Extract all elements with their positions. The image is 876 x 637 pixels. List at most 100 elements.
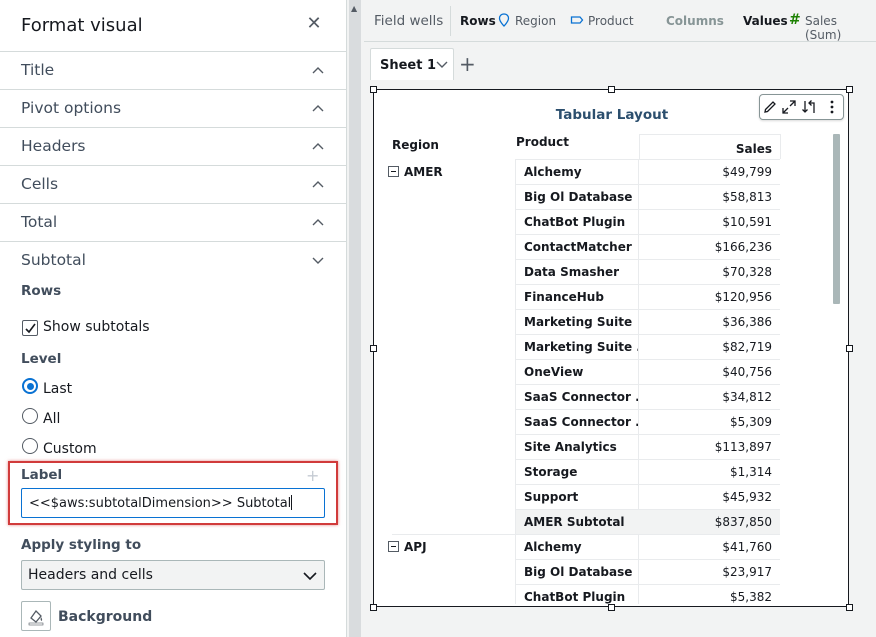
plus-icon: + bbox=[306, 466, 320, 485]
table-row[interactable]: FinanceHub $120,956 bbox=[516, 284, 780, 309]
subtotal-row[interactable]: AMER Subtotal $837,850 bbox=[516, 509, 780, 534]
level-radio-custom[interactable] bbox=[22, 438, 38, 454]
table-row[interactable]: SaaS Connector ... $5,309 bbox=[516, 409, 780, 434]
scrollbar-thumb[interactable] bbox=[349, 0, 361, 637]
section-label: Headers bbox=[21, 137, 86, 155]
collapse-group-icon[interactable] bbox=[388, 541, 399, 552]
subtotal-label-value: <<$aws:subtotalDimension>> Subtotal bbox=[29, 496, 292, 511]
level-option-all: All bbox=[43, 411, 61, 427]
table-scrollbar[interactable] bbox=[833, 134, 840, 304]
pivot-table-visual[interactable]: Tabular Layout Region Product Sales AMER… bbox=[370, 86, 853, 611]
show-subtotals-checkbox[interactable] bbox=[22, 320, 38, 336]
field-wells-bar[interactable]: Field wells Rows Region Product Columns … bbox=[364, 0, 876, 42]
sales-cell: $23,917 bbox=[722, 565, 772, 579]
resize-handle-right[interactable] bbox=[846, 345, 853, 352]
product-cell: Big Ol Database bbox=[524, 190, 633, 204]
section-subtotal[interactable]: Subtotal bbox=[0, 242, 346, 280]
chevron-down-icon[interactable] bbox=[435, 60, 449, 70]
product-cell: SaaS Connector ... bbox=[524, 415, 638, 429]
section-cells[interactable]: Cells bbox=[0, 166, 346, 204]
table-row[interactable]: Marketing Suite ... $82,719 bbox=[516, 334, 780, 359]
region-cell[interactable]: APJ bbox=[404, 540, 427, 554]
table-row[interactable]: Data Smasher $70,328 bbox=[516, 259, 780, 284]
swap-icon[interactable] bbox=[801, 99, 817, 115]
table-row[interactable]: Big Ol Database $58,813 bbox=[516, 184, 780, 209]
field-wells-title: Field wells bbox=[374, 13, 444, 29]
table-row[interactable]: SaaS Connector ... $34,812 bbox=[516, 384, 780, 409]
level-radio-all[interactable] bbox=[22, 408, 38, 424]
sales-cell: $82,719 bbox=[722, 340, 772, 354]
add-sheet-icon[interactable]: + bbox=[459, 52, 476, 76]
level-option-last: Last bbox=[43, 381, 73, 397]
sales-cell: $113,897 bbox=[714, 440, 772, 454]
values-well-item-sales[interactable]: Sales (Sum) bbox=[805, 14, 876, 42]
table-row[interactable]: OneView $40,756 bbox=[516, 359, 780, 384]
table-row[interactable]: ChatBot Plugin $5,382 bbox=[516, 584, 780, 604]
resize-handle-bottom-right[interactable] bbox=[846, 604, 853, 611]
rows-well-item-region[interactable]: Region bbox=[515, 14, 556, 28]
resize-handle-top-left[interactable] bbox=[370, 86, 377, 93]
background-color-button[interactable] bbox=[21, 601, 51, 631]
chevron-up-icon bbox=[312, 105, 324, 112]
region-cell[interactable]: AMER bbox=[404, 165, 443, 179]
tab-sheet-1[interactable]: Sheet 1 bbox=[370, 48, 454, 80]
product-cell: OneView bbox=[524, 365, 584, 379]
close-icon[interactable]: ✕ bbox=[304, 14, 324, 34]
section-title[interactable]: Title bbox=[0, 52, 346, 90]
resize-handle-top-right[interactable] bbox=[846, 86, 853, 93]
table-row[interactable]: Storage $1,314 bbox=[516, 459, 780, 484]
section-pivot-options[interactable]: Pivot options bbox=[0, 90, 346, 128]
product-cell: Alchemy bbox=[524, 165, 582, 179]
background-label: Background bbox=[58, 609, 153, 625]
section-total[interactable]: Total bbox=[0, 204, 346, 242]
label-field-label: Label bbox=[21, 467, 63, 483]
table-row[interactable]: Support $45,932 bbox=[516, 484, 780, 509]
table-row[interactable]: Big Ol Database $23,917 bbox=[516, 559, 780, 584]
apply-styling-select[interactable]: Headers and cells bbox=[21, 560, 325, 590]
sales-cell: $49,799 bbox=[722, 165, 772, 179]
header-region[interactable]: Region bbox=[392, 138, 439, 152]
table-row[interactable]: Marketing Suite $36,386 bbox=[516, 309, 780, 334]
text-caret bbox=[291, 495, 293, 510]
table-row[interactable]: ChatBot Plugin $10,591 bbox=[516, 209, 780, 234]
product-cell: FinanceHub bbox=[524, 290, 604, 304]
values-well-label: Values bbox=[743, 14, 788, 28]
section-label: Cells bbox=[21, 175, 59, 193]
apply-styling-label: Apply styling to bbox=[21, 537, 142, 553]
collapse-group-icon[interactable] bbox=[388, 166, 399, 177]
chevron-down-icon bbox=[312, 257, 324, 264]
apply-styling-value: Headers and cells bbox=[28, 567, 153, 583]
header-sales[interactable]: Sales bbox=[640, 142, 772, 156]
table-row[interactable]: Site Analytics $113,897 bbox=[516, 434, 780, 459]
field-wells-divider bbox=[450, 6, 451, 36]
tag-icon bbox=[570, 16, 584, 24]
expand-icon[interactable] bbox=[781, 99, 797, 115]
panel-scrollbar[interactable]: ▲ bbox=[346, 0, 364, 637]
header-product[interactable]: Product bbox=[516, 135, 569, 149]
edit-icon[interactable] bbox=[762, 99, 778, 115]
rows-label: Rows bbox=[21, 283, 62, 299]
table-row[interactable]: Alchemy $49,799 bbox=[516, 159, 780, 184]
resize-handle-bottom[interactable] bbox=[608, 604, 615, 611]
sheet-tab-bar: Sheet 1 + bbox=[364, 42, 876, 80]
subtotal-label-input[interactable]: <<$aws:subtotalDimension>> Subtotal bbox=[21, 488, 325, 518]
dimension-icon bbox=[498, 13, 510, 27]
level-option-custom: Custom bbox=[43, 441, 97, 457]
columns-well-label[interactable]: Columns bbox=[666, 14, 724, 28]
analysis-canvas: Field wells Rows Region Product Columns … bbox=[364, 0, 876, 637]
table-row[interactable]: Alchemy $41,760 bbox=[516, 534, 780, 559]
rows-well-item-product[interactable]: Product bbox=[588, 14, 634, 28]
sales-cell: $40,756 bbox=[722, 365, 772, 379]
resize-handle-left[interactable] bbox=[370, 345, 377, 352]
panel-title: Format visual bbox=[21, 15, 143, 36]
scroll-up-icon[interactable]: ▲ bbox=[351, 4, 357, 13]
resize-handle-top[interactable] bbox=[608, 86, 615, 93]
section-label: Subtotal bbox=[21, 251, 86, 269]
more-icon[interactable] bbox=[824, 99, 840, 115]
paint-bucket-icon bbox=[28, 609, 44, 626]
section-headers[interactable]: Headers bbox=[0, 128, 346, 166]
group-separator bbox=[392, 534, 516, 535]
level-radio-last[interactable] bbox=[22, 378, 38, 394]
resize-handle-bottom-left[interactable] bbox=[370, 604, 377, 611]
table-row[interactable]: ContactMatcher $166,236 bbox=[516, 234, 780, 259]
